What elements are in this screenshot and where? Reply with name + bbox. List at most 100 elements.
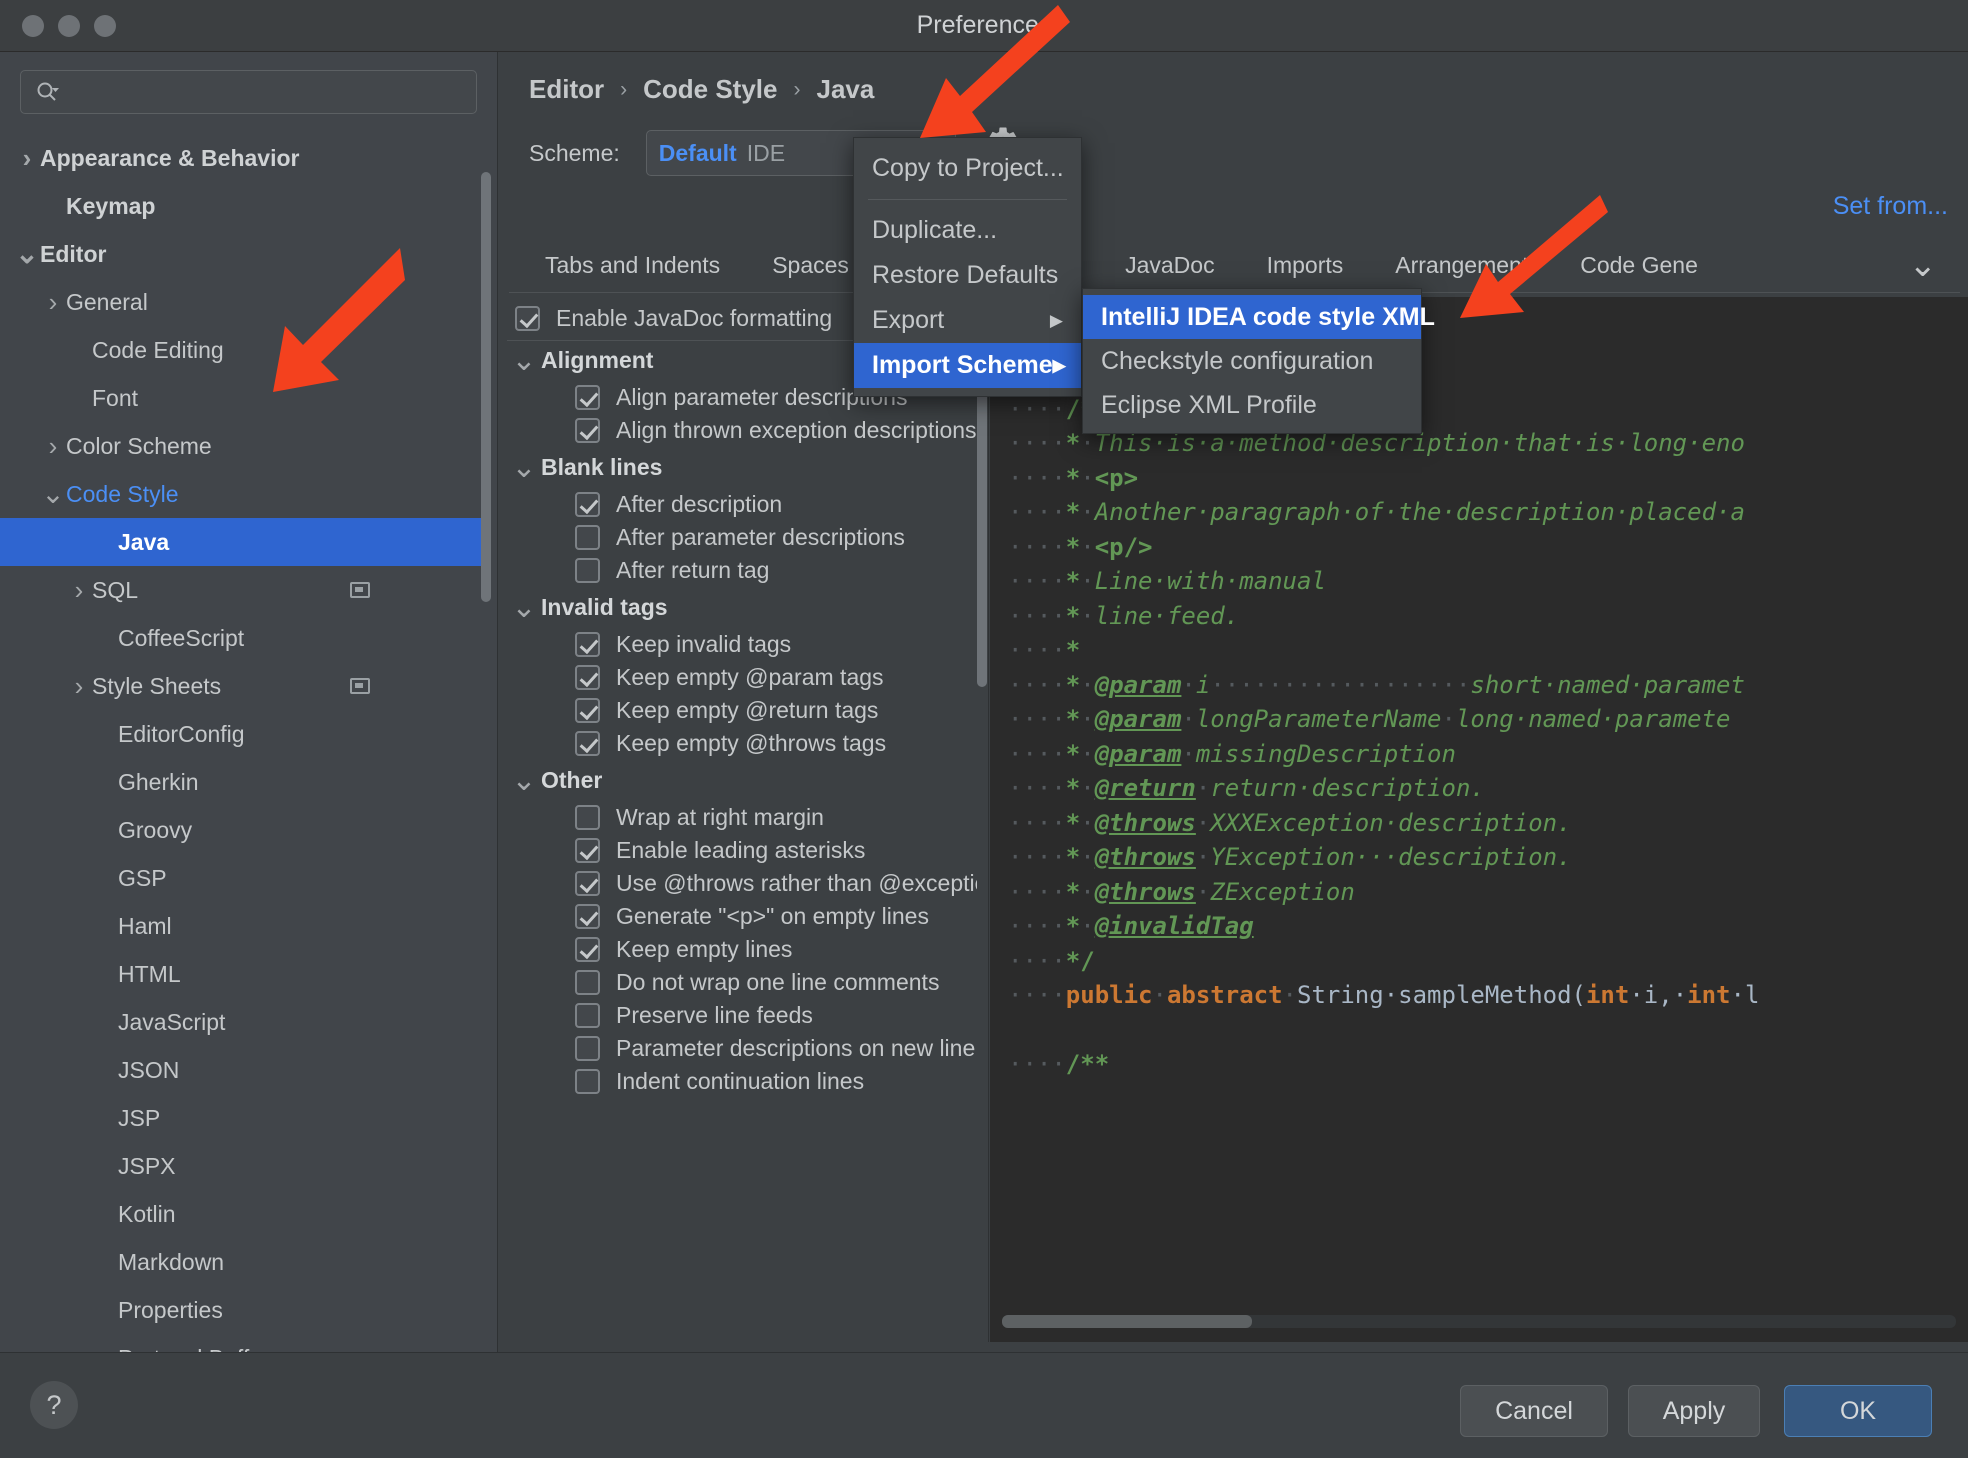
- sidebar-item-code-style[interactable]: ⌄Code Style: [0, 470, 490, 518]
- checkbox-checked-icon[interactable]: [575, 698, 600, 723]
- chevron-right-icon[interactable]: ›: [40, 287, 66, 318]
- checkbox-checked-icon[interactable]: [575, 838, 600, 863]
- sidebar-item-color-scheme[interactable]: ›Color Scheme: [0, 422, 490, 470]
- sidebar-item-groovy[interactable]: Groovy: [0, 806, 490, 854]
- menu-item-export[interactable]: Export▶: [854, 298, 1081, 343]
- sidebar-item-general[interactable]: ›General: [0, 278, 490, 326]
- option-keep-empty-param-tags[interactable]: Keep empty @param tags: [507, 661, 977, 694]
- chevron-down-icon[interactable]: ⌄: [507, 775, 541, 787]
- settings-group-invalid-tags[interactable]: ⌄Invalid tags: [507, 587, 977, 628]
- submenu-item-eclipse-xml-profile[interactable]: Eclipse XML Profile: [1083, 383, 1421, 427]
- option-enable-leading-asterisks[interactable]: Enable leading asterisks: [507, 834, 977, 867]
- tab-tabs-and-indents[interactable]: Tabs and Indents: [519, 236, 746, 294]
- sidebar-item-json[interactable]: JSON: [0, 1046, 490, 1094]
- menu-item-copy-to-project[interactable]: Copy to Project...: [854, 146, 1081, 191]
- submenu-item-checkstyle-configuration[interactable]: Checkstyle configuration: [1083, 339, 1421, 383]
- checkbox-checked-icon[interactable]: [575, 632, 600, 657]
- import-scheme-submenu[interactable]: IntelliJ IDEA code style XMLCheckstyle c…: [1082, 288, 1422, 434]
- sidebar-item-editorconfig[interactable]: EditorConfig: [0, 710, 490, 758]
- menu-item-import-scheme[interactable]: Import Scheme▶: [854, 343, 1081, 388]
- search-input[interactable]: [59, 81, 476, 103]
- checkbox-checked-icon[interactable]: [575, 418, 600, 443]
- chevron-down-icon[interactable]: ⌄: [507, 462, 541, 474]
- set-from-link[interactable]: Set from...: [1833, 192, 1948, 221]
- option-after-return-tag[interactable]: After return tag: [507, 554, 977, 587]
- help-button[interactable]: ?: [30, 1381, 78, 1429]
- sidebar-item-sql[interactable]: ›SQL: [0, 566, 490, 614]
- chevron-down-icon[interactable]: ⌄: [1909, 258, 1950, 272]
- sidebar-item-java[interactable]: Java: [0, 518, 490, 566]
- option-preserve-line-feeds[interactable]: Preserve line feeds: [507, 999, 977, 1032]
- checkbox-unchecked-icon[interactable]: [575, 558, 600, 583]
- tab-bar[interactable]: Tabs and IndentsSpacesWrapping and BrJav…: [519, 234, 1949, 296]
- ok-button[interactable]: OK: [1784, 1385, 1932, 1437]
- breadcrumb-item-java[interactable]: Java: [816, 74, 874, 105]
- pane-divider[interactable]: [988, 297, 989, 1342]
- checkbox-checked-icon[interactable]: [575, 937, 600, 962]
- sidebar-scrollbar[interactable]: [481, 172, 491, 602]
- settings-group-blank-lines[interactable]: ⌄Blank lines: [507, 447, 977, 488]
- checkbox-checked-icon[interactable]: [575, 665, 600, 690]
- option-keep-invalid-tags[interactable]: Keep invalid tags: [507, 628, 977, 661]
- option-indent-continuation-lines[interactable]: Indent continuation lines: [507, 1065, 977, 1098]
- chevron-down-icon[interactable]: ⌄: [507, 355, 541, 367]
- checkbox-unchecked-icon[interactable]: [575, 525, 600, 550]
- sidebar-item-properties[interactable]: Properties: [0, 1286, 490, 1334]
- sidebar-item-appearance-behavior[interactable]: ›Appearance & Behavior: [0, 134, 490, 182]
- settings-group-other[interactable]: ⌄Other: [507, 760, 977, 801]
- breadcrumb-item-editor[interactable]: Editor: [529, 74, 604, 105]
- submenu-item-intellij-idea-code-style-xml[interactable]: IntelliJ IDEA code style XML: [1083, 295, 1421, 339]
- sidebar-item-javascript[interactable]: JavaScript: [0, 998, 490, 1046]
- checkbox-checked-icon[interactable]: [575, 731, 600, 756]
- scheme-context-menu[interactable]: Copy to Project... Duplicate...Restore De…: [853, 137, 1082, 397]
- sidebar-item-haml[interactable]: Haml: [0, 902, 490, 950]
- option-keep-empty-lines[interactable]: Keep empty lines: [507, 933, 977, 966]
- tab-javadoc[interactable]: JavaDoc: [1099, 236, 1240, 294]
- chevron-down-icon[interactable]: ⌄: [40, 488, 66, 500]
- tab-imports[interactable]: Imports: [1241, 236, 1370, 294]
- option-generate-p-on-empty-lines[interactable]: Generate "<p>" on empty lines: [507, 900, 977, 933]
- option-use-throws-rather-than-exception[interactable]: Use @throws rather than @exception: [507, 867, 977, 900]
- breadcrumb-item-code-style[interactable]: Code Style: [643, 74, 777, 105]
- checkbox-checked-icon[interactable]: [575, 385, 600, 410]
- chevron-right-icon[interactable]: ›: [66, 671, 92, 702]
- sidebar-item-gsp[interactable]: GSP: [0, 854, 490, 902]
- checkbox-unchecked-icon[interactable]: [575, 805, 600, 830]
- checkbox-checked-icon[interactable]: [515, 306, 540, 331]
- sidebar-item-kotlin[interactable]: Kotlin: [0, 1190, 490, 1238]
- menu-item-duplicate[interactable]: Duplicate...: [854, 208, 1081, 253]
- apply-button[interactable]: Apply: [1628, 1385, 1760, 1437]
- menu-item-restore-defaults[interactable]: Restore Defaults: [854, 253, 1081, 298]
- sidebar-item-jspx[interactable]: JSPX: [0, 1142, 490, 1190]
- sidebar-item-markdown[interactable]: Markdown: [0, 1238, 490, 1286]
- option-align-thrown-exception-descriptions[interactable]: Align thrown exception descriptions: [507, 414, 977, 447]
- sidebar-item-style-sheets[interactable]: ›Style Sheets: [0, 662, 490, 710]
- checkbox-unchecked-icon[interactable]: [575, 970, 600, 995]
- option-wrap-at-right-margin[interactable]: Wrap at right margin: [507, 801, 977, 834]
- sidebar-item-gherkin[interactable]: Gherkin: [0, 758, 490, 806]
- checkbox-unchecked-icon[interactable]: [575, 1069, 600, 1094]
- sidebar-item-editor[interactable]: ⌄Editor: [0, 230, 490, 278]
- option-after-parameter-descriptions[interactable]: After parameter descriptions: [507, 521, 977, 554]
- checkbox-unchecked-icon[interactable]: [575, 1003, 600, 1028]
- checkbox-unchecked-icon[interactable]: [575, 1036, 600, 1061]
- cancel-button[interactable]: Cancel: [1460, 1385, 1608, 1437]
- sidebar-item-font[interactable]: Font: [0, 374, 490, 422]
- checkbox-checked-icon[interactable]: [575, 492, 600, 517]
- checkbox-checked-icon[interactable]: [575, 904, 600, 929]
- option-keep-empty-return-tags[interactable]: Keep empty @return tags: [507, 694, 977, 727]
- tab-arrangement[interactable]: Arrangement: [1369, 236, 1554, 294]
- settings-tree[interactable]: ›Appearance & BehaviorKeymap⌄Editor›Gene…: [0, 134, 490, 1396]
- preview-hscrollbar-thumb[interactable]: [1002, 1315, 1252, 1328]
- tab-code-gene[interactable]: Code Gene: [1554, 236, 1724, 294]
- chevron-right-icon[interactable]: ›: [66, 575, 92, 606]
- option-parameter-descriptions-on-new-line[interactable]: Parameter descriptions on new line: [507, 1032, 977, 1065]
- chevron-right-icon[interactable]: ›: [40, 431, 66, 462]
- sidebar-item-html[interactable]: HTML: [0, 950, 490, 998]
- option-after-description[interactable]: After description: [507, 488, 977, 521]
- chevron-down-icon[interactable]: ⌄: [507, 602, 541, 614]
- sidebar-item-coffeescript[interactable]: CoffeeScript: [0, 614, 490, 662]
- option-keep-empty-throws-tags[interactable]: Keep empty @throws tags: [507, 727, 977, 760]
- sidebar-item-keymap[interactable]: Keymap: [0, 182, 490, 230]
- chevron-down-icon[interactable]: ⌄: [14, 248, 40, 260]
